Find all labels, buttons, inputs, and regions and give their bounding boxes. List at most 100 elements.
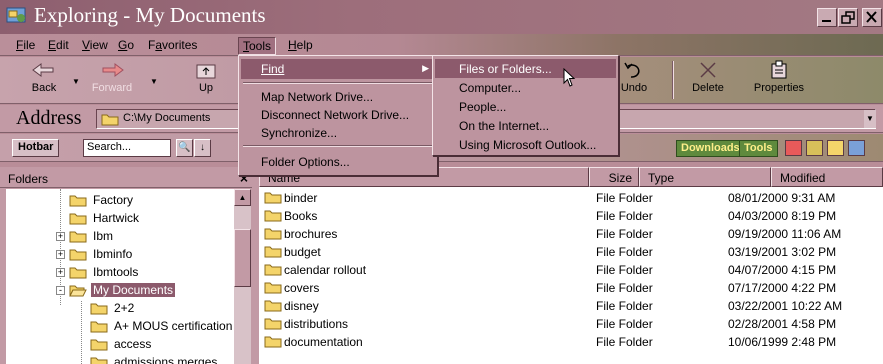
menu-item-synchronize[interactable]: Synchronize...	[241, 123, 435, 143]
file-row[interactable]: Books File Folder 04/03/2000 8:19 PM	[259, 207, 883, 225]
file-row[interactable]: budget File Folder 03/19/2001 3:02 PM	[259, 243, 883, 261]
file-row[interactable]: calendar rollout File Folder 04/07/2000 4:…	[259, 261, 883, 279]
file-name: disney	[284, 299, 319, 313]
tree-item[interactable]: Ibminfo	[69, 246, 134, 264]
submenu-item-using-microsoft-outlook[interactable]: Using Microsoft Outlook...	[435, 135, 616, 154]
window-title: Exploring - My Documents	[34, 3, 266, 27]
restore-icon	[841, 11, 855, 24]
tree-item-selected[interactable]: My Documents	[69, 282, 176, 300]
submenu-item-files-or-folders[interactable]: Files or Folders...	[435, 59, 616, 78]
column-header-type[interactable]: Type	[639, 167, 771, 187]
tree-item[interactable]: Ibm	[69, 228, 115, 246]
tree-item[interactable]: Factory	[69, 192, 135, 210]
tree-item[interactable]: A+ MOUS certification	[90, 318, 234, 336]
search-value: Search...	[87, 141, 132, 153]
submenu-item-people[interactable]: People...	[435, 97, 616, 116]
minimize-button[interactable]	[817, 8, 837, 27]
menu-separator	[243, 145, 433, 147]
menu-separator	[243, 82, 433, 84]
back-button[interactable]: Back	[16, 59, 72, 101]
expand-icon[interactable]: +	[56, 268, 65, 277]
menu-item-map-network-drive[interactable]: Map Network Drive...	[241, 87, 435, 107]
delete-button[interactable]: Delete	[680, 59, 736, 101]
up-button[interactable]: Up	[178, 59, 234, 101]
folder-icon	[69, 231, 87, 243]
file-row[interactable]: covers File Folder 07/17/2000 4:22 PM	[259, 279, 883, 297]
menu-view[interactable]: View	[78, 37, 112, 53]
properties-icon	[771, 60, 787, 79]
tree-item-label: Factory	[93, 192, 134, 207]
close-button[interactable]	[862, 8, 882, 27]
file-row[interactable]: disney File Folder 03/22/2001 10:22 AM	[259, 297, 883, 315]
menu-edit-key: E	[48, 38, 57, 52]
submenu-item-label: People...	[459, 100, 507, 114]
menu-item-folder-options[interactable]: Folder Options...	[241, 152, 435, 172]
chart-icon[interactable]	[806, 140, 823, 156]
search-go-button[interactable]: 🔍	[176, 139, 193, 157]
file-row[interactable]: binder File Folder 08/01/2000 9:31 AM	[259, 189, 883, 207]
tree-item[interactable]: Hartwick	[69, 210, 141, 228]
properties-button[interactable]: Properties	[746, 59, 812, 101]
star-icon[interactable]	[827, 140, 844, 156]
expand-icon[interactable]: +	[56, 232, 65, 241]
heart-icon[interactable]	[785, 140, 802, 156]
folder-tree: Factory Hartwick + Ibm + Ibminfo + Ibmto…	[6, 189, 234, 364]
file-row[interactable]: documentation File Folder 10/06/1999 2:48 …	[259, 333, 883, 351]
globe-icon[interactable]	[848, 140, 865, 156]
folder-icon	[90, 321, 108, 333]
tree-item-label: 2+2	[114, 300, 135, 315]
file-row[interactable]: brochures File Folder 09/19/2000 11:06 AM	[259, 225, 883, 243]
menu-tools[interactable]: Tools	[238, 37, 277, 55]
folders-pane: Folders × Factory Hartwick + Ibm + Ibmin…	[0, 167, 252, 364]
submenu-item-on-the-internet[interactable]: On the Internet...	[435, 116, 616, 135]
folders-pane-title: Folders	[8, 172, 49, 186]
toolbar-separator	[672, 61, 674, 99]
scroll-up-button[interactable]: ▲	[234, 189, 251, 206]
file-type: File Folder	[596, 227, 653, 241]
folder-icon	[264, 192, 282, 204]
tools-link[interactable]: Tools	[739, 140, 778, 157]
menu-item-disconnect-network-drive[interactable]: Disconnect Network Drive...	[241, 105, 435, 125]
hotbar-button[interactable]: Hotbar	[12, 139, 60, 157]
tree-item[interactable]: 2+2	[90, 300, 136, 318]
forward-button[interactable]: Forward	[84, 59, 140, 101]
tree-item-label: Ibmtools	[93, 264, 139, 279]
forward-dropdown-icon[interactable]: ▼	[150, 77, 158, 86]
tree-item-label: Hartwick	[93, 210, 140, 225]
maximize-button[interactable]	[838, 8, 858, 27]
menu-item-label: Synchronize...	[261, 126, 338, 140]
submenu-item-computer[interactable]: Computer...	[435, 78, 616, 97]
menu-item-find[interactable]: Find ▶	[241, 59, 435, 79]
submenu-arrow-icon: ▶	[422, 63, 429, 73]
expand-icon[interactable]: +	[56, 250, 65, 259]
downloads-link[interactable]: Downloads	[676, 140, 745, 157]
menu-help[interactable]: Help	[284, 37, 317, 53]
search-dropdown-button[interactable]: ↓	[194, 139, 211, 157]
menu-favorites[interactable]: Favorites	[144, 37, 201, 53]
tree-item[interactable]: admissions merges	[90, 354, 219, 364]
file-type: File Folder	[596, 263, 653, 277]
address-dropdown-button[interactable]: ▼	[864, 110, 876, 128]
pane-splitter[interactable]	[252, 162, 259, 364]
back-arrow-icon	[32, 63, 54, 77]
menu-go[interactable]: Go	[114, 37, 138, 53]
menu-file[interactable]: File	[12, 37, 39, 53]
tree-item[interactable]: Ibmtools	[69, 264, 140, 282]
file-modified: 07/17/2000 4:22 PM	[728, 281, 837, 295]
folder-icon	[69, 267, 87, 279]
search-input[interactable]: Search...	[83, 139, 171, 157]
scroll-thumb[interactable]	[234, 229, 251, 287]
back-dropdown-icon[interactable]: ▼	[72, 77, 80, 86]
tree-item[interactable]: access	[90, 336, 153, 354]
collapse-icon[interactable]: -	[56, 286, 65, 295]
column-header-modified[interactable]: Modified	[771, 167, 883, 187]
file-row[interactable]: distributions File Folder 02/28/2001 4:58 …	[259, 315, 883, 333]
folder-tree-scrollbar[interactable]: ▲	[234, 189, 251, 364]
forward-arrow-icon	[102, 63, 124, 77]
tree-item-label: A+ MOUS certification	[114, 318, 233, 333]
folder-icon	[69, 213, 87, 225]
menu-edit[interactable]: Edit	[44, 37, 73, 53]
column-header-size[interactable]: Size	[589, 167, 639, 187]
file-name: distributions	[284, 317, 349, 331]
file-type: File Folder	[596, 335, 653, 349]
